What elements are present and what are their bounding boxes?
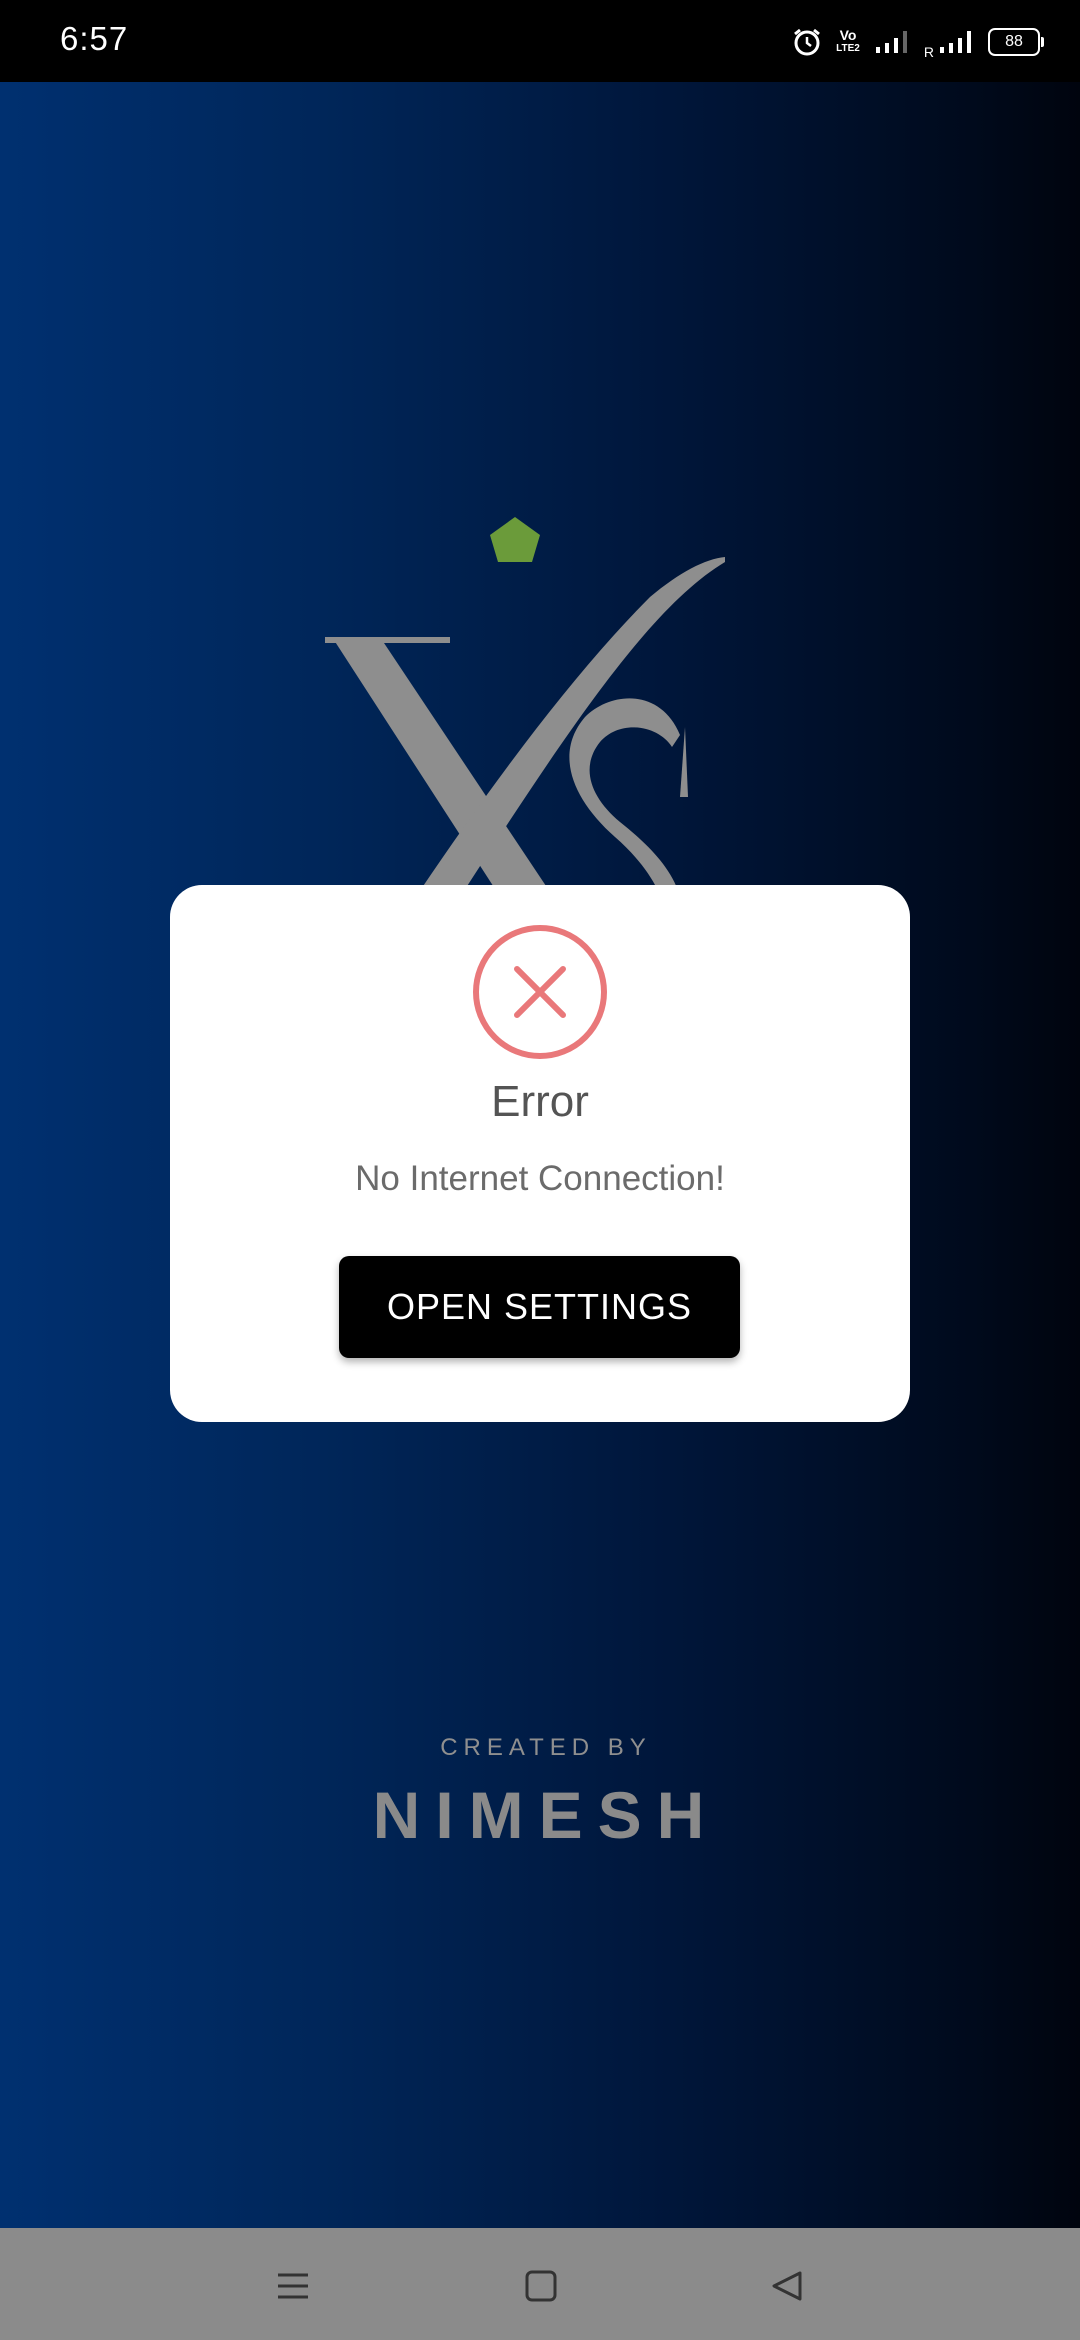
square-icon	[525, 2270, 557, 2302]
open-settings-button[interactable]: OPEN SETTINGS	[339, 1256, 740, 1358]
status-time: 6:57	[60, 20, 129, 57]
error-x-circle-icon	[473, 925, 607, 1059]
dialog-message: No Internet Connection!	[355, 1159, 725, 1198]
battery-level: 88	[1005, 33, 1023, 50]
triangle-back-icon	[772, 2271, 802, 2301]
signal-icon-sim2	[940, 31, 971, 53]
recents-button[interactable]	[273, 2266, 313, 2306]
battery-icon: 88	[988, 28, 1044, 56]
roaming-indicator: R	[923, 44, 934, 60]
status-icons: Vo LTE2 R 88	[792, 24, 1044, 60]
volte-top: Vo	[839, 27, 857, 43]
error-dialog: Error No Internet Connection! OPEN SETTI…	[170, 885, 910, 1422]
volte-icon: Vo LTE2	[836, 28, 860, 56]
creator-name: NIMESH	[372, 1778, 720, 1852]
back-button[interactable]	[767, 2266, 807, 2306]
status-bar: 6:57 Vo LTE2 R 88	[0, 0, 1080, 82]
navigation-bar	[0, 2228, 1080, 2340]
signal-icon	[875, 31, 907, 53]
dialog-title: Error	[491, 1077, 589, 1126]
home-button[interactable]	[521, 2266, 561, 2306]
volte-bottom: LTE2	[836, 43, 860, 54]
menu-icon	[278, 2273, 308, 2299]
alarm-icon	[794, 28, 821, 56]
created-by-label: CREATED BY	[440, 1734, 652, 1761]
